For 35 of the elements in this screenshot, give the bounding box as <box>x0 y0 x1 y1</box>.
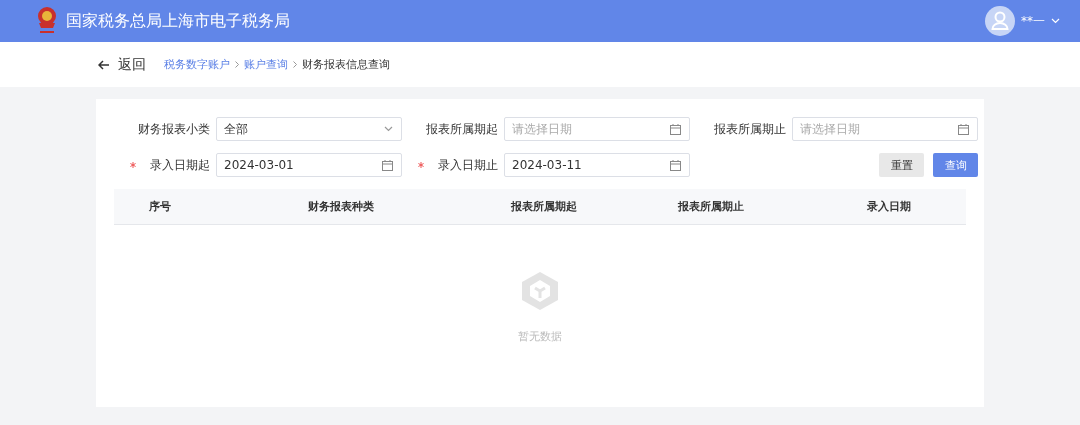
required-asterisk-icon <box>418 162 424 168</box>
reset-button[interactable]: 重置 <box>879 153 924 177</box>
calendar-icon <box>670 123 681 135</box>
column-header: 录入日期 <box>865 199 912 214</box>
site-title: 国家税务总局上海市电子税务局 <box>66 10 290 32</box>
empty-box-icon <box>521 271 559 311</box>
current-page-title: 财务报表信息查询 <box>302 57 390 72</box>
back-link[interactable]: 返回 <box>98 55 146 74</box>
emblem-icon <box>36 6 58 36</box>
field-label: 录入日期起 <box>150 156 210 174</box>
calendar-icon <box>670 159 681 171</box>
arrow-left-icon <box>98 59 110 70</box>
column-header: 财务报表种类 <box>307 199 375 214</box>
column-header: 序号 <box>148 199 172 214</box>
select-field[interactable]: 全部 <box>216 117 402 141</box>
field-label: 报表所属期起 <box>426 120 498 138</box>
avatar-icon[interactable] <box>985 6 1015 36</box>
date-field[interactable]: 2024-03-11 <box>504 153 690 177</box>
calendar-icon <box>382 159 393 171</box>
breadcrumb-link[interactable]: 税务数字账户 <box>164 57 230 72</box>
empty-text: 暂无数据 <box>518 329 562 344</box>
breadcrumb-link[interactable]: 账户查询 <box>244 57 288 72</box>
field-label: 录入日期止 <box>438 156 498 174</box>
chevron-down-icon <box>384 126 393 132</box>
user-name: **一 <box>1021 12 1045 30</box>
column-header: 报表所属期起 <box>509 199 578 214</box>
field-label: 报表所属期止 <box>714 120 786 138</box>
chevron-right-icon <box>293 61 297 68</box>
chevron-right-icon <box>235 61 239 68</box>
chevron-down-icon <box>1051 18 1060 24</box>
field-label: 财务报表小类 <box>138 120 210 138</box>
date-field[interactable]: 2024-03-01 <box>216 153 402 177</box>
calendar-icon <box>958 123 969 135</box>
column-header: 报表所属期止 <box>677 199 745 214</box>
required-asterisk-icon <box>130 162 136 168</box>
